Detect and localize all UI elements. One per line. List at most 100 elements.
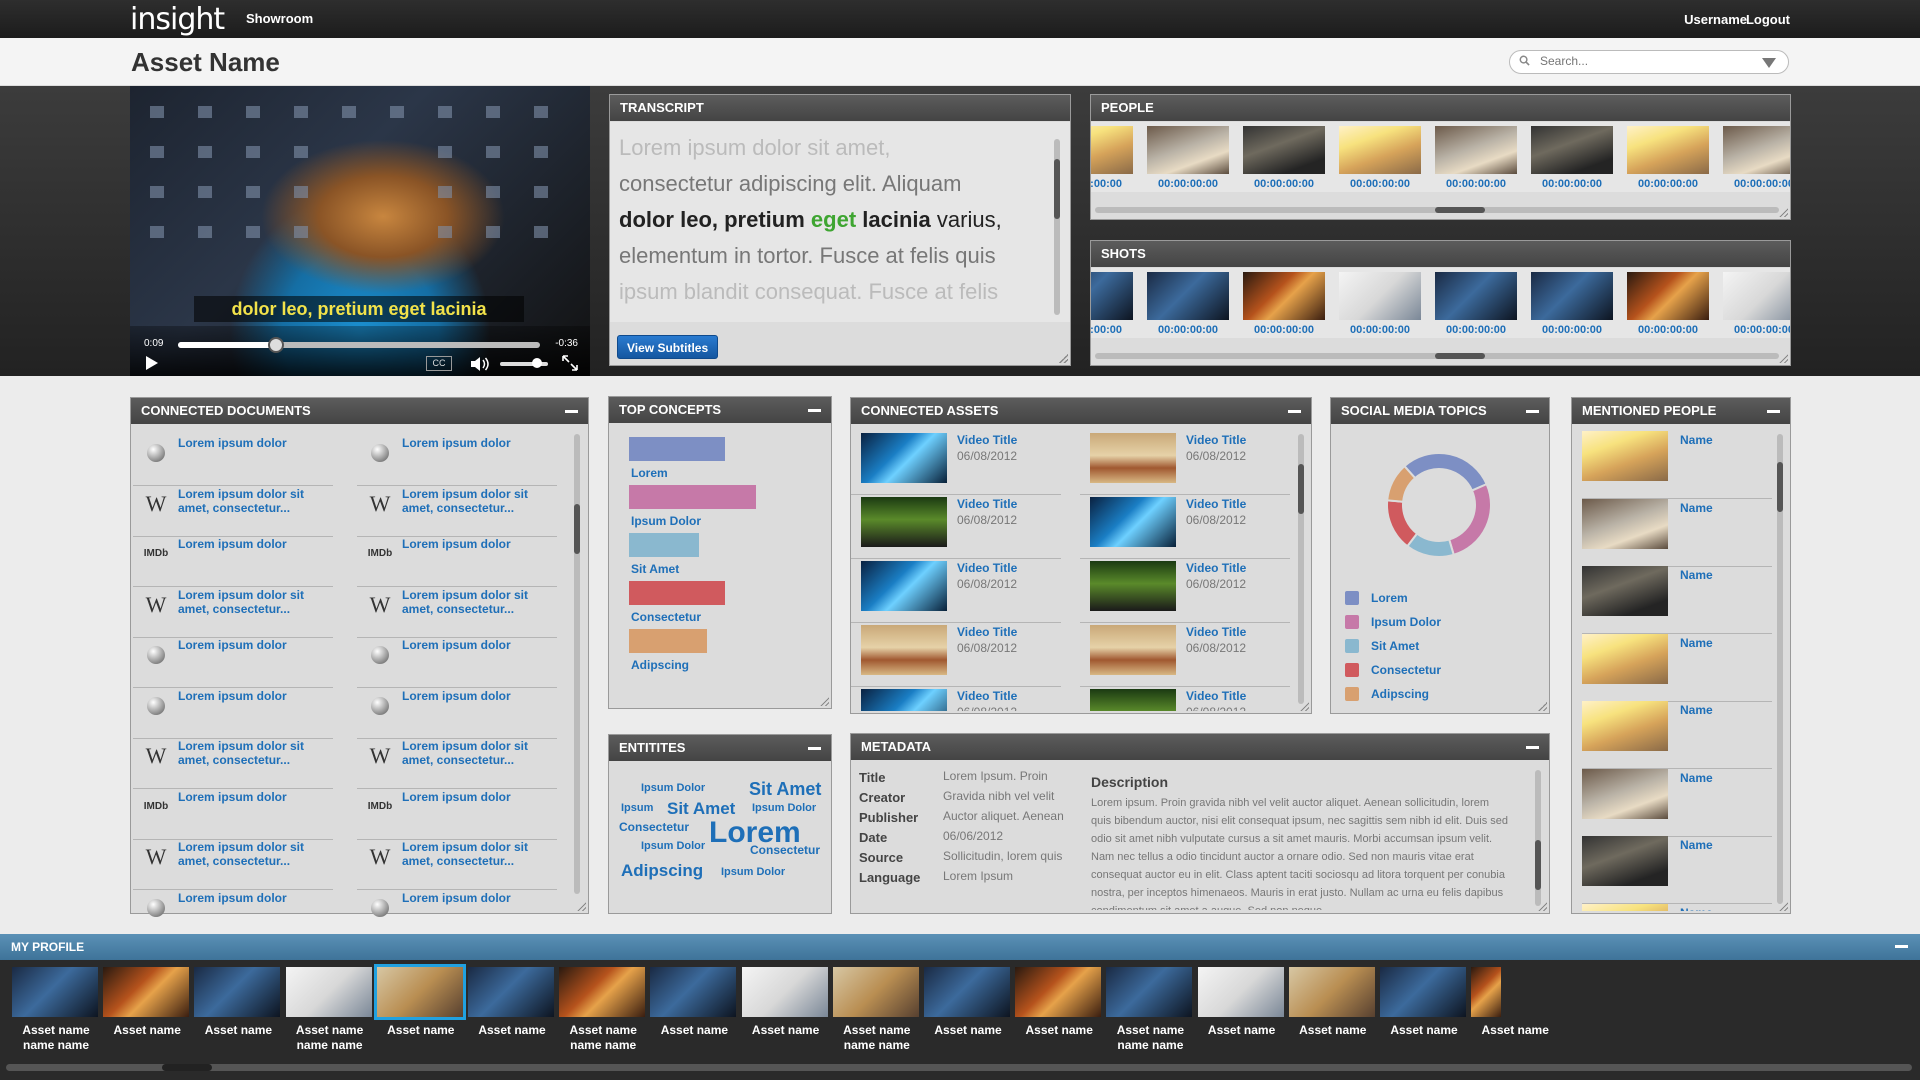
profile-label[interactable]: Asset name xyxy=(1380,1023,1468,1038)
profile-thumbnail[interactable] xyxy=(924,967,1010,1017)
asset-title[interactable]: Video Title xyxy=(957,433,1017,447)
shots-thumbnail[interactable] xyxy=(1091,272,1133,320)
document-item[interactable]: Lorem ipsum dolor xyxy=(357,638,557,688)
entity-word[interactable]: Ipsum Dolor xyxy=(641,782,705,794)
mentioned-scrollbar[interactable] xyxy=(1777,434,1783,904)
document-link[interactable]: Lorem ipsum dolor sit amet, consectetur.… xyxy=(178,739,338,767)
document-item[interactable]: W Lorem ipsum dolor sit amet, consectetur… xyxy=(133,588,333,638)
concept-bar[interactable] xyxy=(629,581,726,605)
asset-title[interactable]: Video Title xyxy=(957,497,1017,511)
profile-thumbnail[interactable] xyxy=(103,967,190,1017)
person-thumbnail[interactable] xyxy=(1582,701,1668,751)
profile-thumbnail[interactable] xyxy=(559,967,646,1017)
legend-label[interactable]: Adipscing xyxy=(1371,687,1429,701)
asset-thumbnail[interactable] xyxy=(1090,497,1176,547)
mentioned-person[interactable]: Name xyxy=(1582,633,1772,702)
chevron-down-icon[interactable] xyxy=(1762,58,1776,68)
people-thumbnail[interactable] xyxy=(1435,126,1517,174)
document-item[interactable]: W Lorem ipsum dolor sit amet, consectetur… xyxy=(133,739,333,789)
resize-handle[interactable] xyxy=(1779,902,1788,911)
document-link[interactable]: Lorem ipsum dolor xyxy=(178,790,338,804)
document-link[interactable]: Lorem ipsum dolor xyxy=(402,638,562,652)
person-thumbnail[interactable] xyxy=(1582,836,1668,886)
resize-handle[interactable] xyxy=(820,697,829,706)
profile-thumbnail[interactable] xyxy=(741,967,828,1017)
search-box[interactable] xyxy=(1509,50,1789,74)
legend-label[interactable]: Ipsum Dolor xyxy=(1371,615,1441,629)
logout-link[interactable]: Logout xyxy=(1746,12,1790,27)
document-link[interactable]: Lorem ipsum dolor xyxy=(402,790,562,804)
concept-label[interactable]: Ipsum Dolor xyxy=(631,514,701,528)
profile-thumbnail[interactable] xyxy=(650,967,737,1017)
volume-handle[interactable] xyxy=(532,358,543,368)
person-name[interactable]: Name xyxy=(1680,703,1713,717)
asset-item[interactable]: Video Title 06/08/2012 xyxy=(851,559,1061,623)
donut-slice-lorem[interactable] xyxy=(1403,452,1488,492)
document-item[interactable]: W Lorem ipsum dolor sit amet, consectetur… xyxy=(357,739,557,789)
resize-handle[interactable] xyxy=(1059,354,1068,363)
docs-scrollbar[interactable] xyxy=(574,434,580,894)
document-link[interactable]: Lorem ipsum dolor xyxy=(178,638,338,652)
collapse-icon[interactable] xyxy=(1288,410,1301,413)
resize-handle[interactable] xyxy=(1779,354,1788,363)
profile-thumbnail[interactable] xyxy=(373,964,466,1020)
mentioned-person[interactable]: Name xyxy=(1582,431,1772,499)
asset-thumbnail[interactable] xyxy=(861,625,947,675)
profile-label[interactable]: Asset name xyxy=(924,1023,1012,1038)
asset-title[interactable]: Video Title xyxy=(1186,625,1246,639)
document-link[interactable]: Lorem ipsum dolor sit amet, consectetur.… xyxy=(402,739,562,767)
profile-label[interactable]: Asset name xyxy=(468,1023,556,1038)
search-input[interactable] xyxy=(1540,54,1750,68)
person-name[interactable]: Name xyxy=(1680,906,1713,912)
document-link[interactable]: Lorem ipsum dolor sit amet, consectetur.… xyxy=(402,487,562,515)
document-link[interactable]: Lorem ipsum dolor xyxy=(178,891,338,905)
profile-thumbnail[interactable] xyxy=(1106,967,1193,1017)
asset-item[interactable]: Video Title 06/08/2012 xyxy=(1080,495,1290,559)
people-thumbnail[interactable] xyxy=(1531,126,1613,174)
document-link[interactable]: Lorem ipsum dolor xyxy=(402,891,562,905)
profile-label[interactable]: Asset name xyxy=(742,1023,830,1038)
shots-thumbnail[interactable] xyxy=(1531,272,1613,320)
volume-slider[interactable] xyxy=(500,358,548,368)
collapse-icon[interactable] xyxy=(808,747,821,750)
asset-item[interactable]: Video Title 06/08/2012 xyxy=(851,623,1061,687)
profile-thumbnail[interactable] xyxy=(832,967,919,1017)
legend-label[interactable]: Consectetur xyxy=(1371,663,1441,677)
concept-bar[interactable] xyxy=(629,533,699,557)
profile-thumbnail[interactable] xyxy=(194,967,281,1017)
document-link[interactable]: Lorem ipsum dolor sit amet, consectetur.… xyxy=(178,487,338,515)
people-thumbnail[interactable] xyxy=(1723,126,1790,174)
shots-thumbnail[interactable] xyxy=(1435,272,1517,320)
asset-title[interactable]: Video Title xyxy=(1186,689,1246,703)
person-thumbnail[interactable] xyxy=(1582,498,1668,549)
legend-label[interactable]: Sit Amet xyxy=(1371,639,1419,653)
document-link[interactable]: Lorem ipsum dolor sit amet, consectetur.… xyxy=(402,588,562,616)
collapse-icon[interactable] xyxy=(1767,410,1780,413)
person-name[interactable]: Name xyxy=(1680,568,1713,582)
profile-label[interactable]: Asset name xyxy=(1015,1023,1103,1038)
resize-handle[interactable] xyxy=(577,902,586,911)
mentioned-person[interactable]: Name xyxy=(1582,836,1772,904)
document-item[interactable]: Lorem ipsum dolor xyxy=(357,891,557,941)
asset-title[interactable]: Video Title xyxy=(957,625,1017,639)
document-item[interactable]: Lorem ipsum dolor xyxy=(357,436,557,486)
play-icon[interactable] xyxy=(146,356,158,370)
asset-thumbnail[interactable] xyxy=(1090,625,1176,675)
document-link[interactable]: Lorem ipsum dolor xyxy=(402,689,562,703)
assets-scrollbar[interactable] xyxy=(1298,434,1304,704)
person-thumbnail[interactable] xyxy=(1582,431,1668,481)
person-thumbnail[interactable] xyxy=(1582,903,1668,911)
asset-item[interactable]: Video Title 06/08/2012 xyxy=(1080,559,1290,623)
profile-thumbnail[interactable] xyxy=(285,967,372,1017)
document-item[interactable]: Lorem ipsum dolor xyxy=(133,689,333,739)
concept-label[interactable]: Lorem xyxy=(631,466,668,480)
person-thumbnail[interactable] xyxy=(1582,566,1668,616)
profile-label[interactable]: Asset name xyxy=(1198,1023,1286,1038)
person-name[interactable]: Name xyxy=(1680,433,1713,447)
metadata-scrollbar[interactable] xyxy=(1535,770,1541,906)
profile-label[interactable]: Asset name xyxy=(1471,1023,1559,1038)
profile-label[interactable]: Asset name name name xyxy=(833,1023,921,1053)
profile-scrollbar[interactable] xyxy=(6,1064,1912,1071)
entity-word[interactable]: Consectetur xyxy=(750,843,820,857)
profile-label[interactable]: Asset name xyxy=(650,1023,738,1038)
